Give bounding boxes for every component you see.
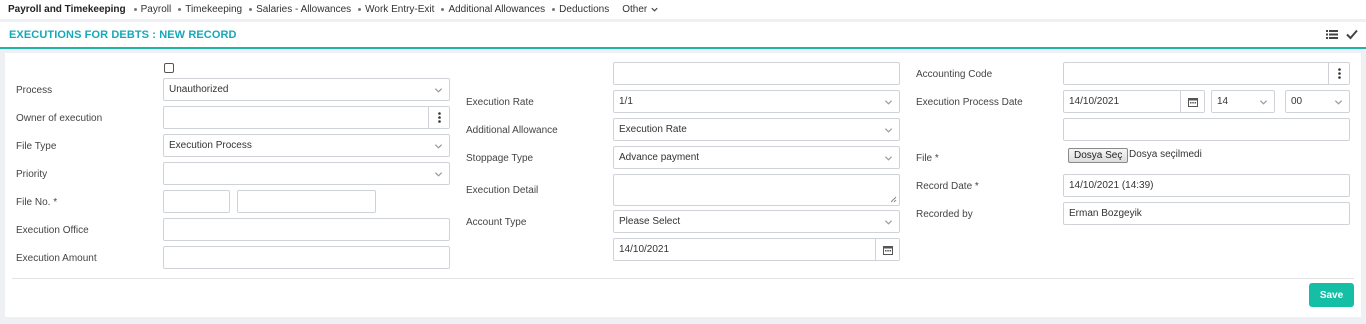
- nav-item-salaries-allowances[interactable]: Salaries - Allowances: [249, 4, 351, 15]
- chevron-down-icon: [1259, 100, 1268, 105]
- record-date-field[interactable]: 14/10/2021 (14:39): [1063, 174, 1350, 197]
- middle-date-value: 14/10/2021: [619, 244, 670, 255]
- file-type-label: File Type: [16, 141, 57, 152]
- nav-item-label: Salaries - Allowances: [256, 4, 352, 15]
- nav-item-work-entry-exit[interactable]: Work Entry-Exit: [358, 4, 434, 15]
- form-panel: Process Unauthorized Owner of execution …: [5, 53, 1361, 317]
- rate-value: 1/1: [619, 96, 633, 107]
- stoppage-label: Stoppage Type: [466, 153, 534, 164]
- nav-item-label: Work Entry-Exit: [365, 4, 435, 15]
- middle-date-field[interactable]: 14/10/2021: [613, 238, 900, 261]
- process-value: Unauthorized: [169, 84, 229, 95]
- process-label: Process: [16, 85, 53, 96]
- resize-handle-icon[interactable]: [890, 196, 897, 203]
- save-button[interactable]: Save: [1309, 283, 1354, 307]
- process-date-label: Execution Process Date: [916, 97, 1023, 108]
- bullet-icon: [441, 8, 445, 11]
- nav-item-label: Payroll: [140, 4, 172, 15]
- nav-item-deductions[interactable]: Deductions: [552, 4, 609, 15]
- extra-field[interactable]: [1063, 118, 1350, 141]
- office-field[interactable]: [163, 218, 450, 241]
- chevron-down-icon: [884, 100, 893, 105]
- file-no-label: File No. *: [16, 197, 58, 208]
- nav-item-other[interactable]: Other: [622, 4, 659, 15]
- file-type-select[interactable]: Execution Process: [163, 134, 450, 157]
- chevron-down-icon: [1334, 100, 1343, 105]
- recorded-by-label: Recorded by: [916, 209, 973, 220]
- nav-item-additional-allowances[interactable]: Additional Allowances: [441, 4, 545, 15]
- chevron-down-icon: [884, 156, 893, 161]
- recorded-by-value: Erman Bozgeyik: [1069, 208, 1142, 219]
- nav-item-label: Timekeeping: [185, 4, 243, 15]
- chevron-down-icon: [434, 88, 443, 93]
- chevron-down-icon: [884, 128, 893, 133]
- file-type-value: Execution Process: [169, 140, 252, 151]
- file-status: Dosya seçilmedi: [1129, 149, 1202, 160]
- select-checkbox[interactable]: [164, 63, 174, 73]
- accounting-code-field[interactable]: [1063, 62, 1350, 85]
- file-no-field-1[interactable]: [163, 190, 230, 213]
- bullet-icon: [249, 8, 253, 11]
- nav-item-timekeeping[interactable]: Timekeeping: [178, 4, 242, 15]
- account-label: Account Type: [466, 217, 527, 228]
- account-select[interactable]: Please Select: [613, 210, 900, 233]
- minute-select[interactable]: 00: [1285, 90, 1350, 113]
- priority-select[interactable]: [163, 162, 450, 185]
- hour-select[interactable]: 14: [1211, 90, 1275, 113]
- stoppage-value: Advance payment: [619, 152, 700, 163]
- nav-item-label: Additional Allowances: [448, 4, 546, 15]
- stoppage-select[interactable]: Advance payment: [613, 146, 900, 169]
- allowance-label: Additional Allowance: [466, 125, 558, 136]
- hour-value: 14: [1217, 96, 1229, 107]
- process-date-field[interactable]: 14/10/2021: [1063, 90, 1205, 113]
- recorded-by-field[interactable]: Erman Bozgeyik: [1063, 202, 1350, 225]
- divider: [12, 278, 1354, 279]
- record-date-value: 14/10/2021 (14:39): [1069, 180, 1154, 191]
- bullet-icon: [133, 8, 137, 11]
- calendar-icon[interactable]: [875, 239, 899, 260]
- nav-item-payroll[interactable]: Payroll: [133, 4, 172, 15]
- accounting-code-label: Accounting Code: [916, 69, 993, 80]
- file-no-field-2[interactable]: [237, 190, 376, 213]
- file-label: File *: [916, 153, 939, 164]
- priority-label: Priority: [16, 169, 48, 180]
- allowance-select[interactable]: Execution Rate: [613, 118, 900, 141]
- nav-brand[interactable]: Payroll and Timekeeping: [8, 4, 126, 15]
- rate-select[interactable]: 1/1: [613, 90, 900, 113]
- nav-item-label: Deductions: [559, 4, 610, 15]
- chevron-down-icon: [884, 220, 893, 225]
- chevron-down-icon: [434, 172, 443, 177]
- calendar-icon[interactable]: [1180, 91, 1204, 112]
- office-label: Execution Office: [16, 225, 89, 236]
- page-title: EXECUTIONS FOR DEBTS : NEW RECORD: [9, 28, 237, 41]
- choose-file-button[interactable]: Dosya Seç: [1068, 148, 1129, 163]
- check-icon[interactable]: [1346, 28, 1358, 40]
- allowance-value: Execution Rate: [619, 124, 687, 135]
- minute-value: 00: [1291, 96, 1303, 107]
- more-options-icon[interactable]: [1328, 63, 1349, 84]
- chevron-down-icon: [651, 7, 658, 12]
- bullet-icon: [552, 8, 556, 11]
- list-icon[interactable]: [1326, 28, 1338, 40]
- detail-textarea[interactable]: [613, 174, 900, 206]
- rate-label: Execution Rate: [466, 97, 534, 108]
- bullet-icon: [358, 8, 362, 11]
- process-date-value: 14/10/2021: [1069, 96, 1120, 107]
- amount-field[interactable]: [163, 246, 450, 269]
- bullet-icon: [178, 8, 182, 11]
- page-header: EXECUTIONS FOR DEBTS : NEW RECORD: [0, 22, 1366, 49]
- nav-item-label: Other: [622, 4, 648, 15]
- account-value: Please Select: [619, 216, 681, 227]
- more-options-icon[interactable]: [428, 107, 449, 128]
- header-actions: [1326, 28, 1358, 40]
- record-date-label: Record Date *: [916, 181, 979, 192]
- amount-label: Execution Amount: [16, 253, 97, 264]
- owner-field[interactable]: [163, 106, 450, 129]
- chevron-down-icon: [434, 144, 443, 149]
- owner-label: Owner of execution: [16, 113, 103, 124]
- detail-label: Execution Detail: [466, 185, 539, 196]
- middle-top-field[interactable]: [613, 62, 900, 85]
- top-nav: Payroll and Timekeeping Payroll Timekeep…: [0, 0, 1366, 19]
- process-select[interactable]: Unauthorized: [163, 78, 450, 101]
